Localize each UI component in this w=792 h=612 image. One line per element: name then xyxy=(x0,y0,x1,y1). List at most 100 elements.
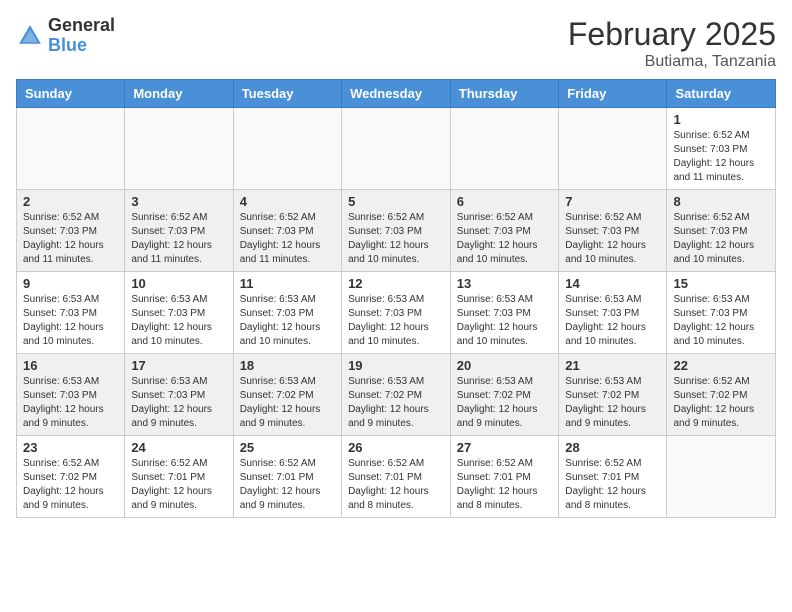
title-block: February 2025 Butiama, Tanzania xyxy=(568,16,776,71)
calendar-cell: 3 Sunrise: 6:52 AMSunset: 7:03 PMDaylight… xyxy=(125,190,233,272)
calendar-header-friday: Friday xyxy=(559,80,667,108)
day-number: 25 xyxy=(240,440,335,455)
calendar-header-thursday: Thursday xyxy=(450,80,559,108)
day-number: 2 xyxy=(23,194,118,209)
day-info: Sunrise: 6:53 AMSunset: 7:02 PMDaylight:… xyxy=(457,375,553,431)
calendar-header-wednesday: Wednesday xyxy=(342,80,451,108)
day-info: Sunrise: 6:53 AMSunset: 7:03 PMDaylight:… xyxy=(23,293,118,349)
calendar-cell xyxy=(17,108,125,190)
calendar-cell: 24 Sunrise: 6:52 AMSunset: 7:01 PMDayligh… xyxy=(125,436,233,518)
calendar-cell: 23 Sunrise: 6:52 AMSunset: 7:02 PMDayligh… xyxy=(17,436,125,518)
calendar-header-row: SundayMondayTuesdayWednesdayThursdayFrid… xyxy=(17,80,776,108)
calendar-cell xyxy=(233,108,341,190)
calendar-cell xyxy=(450,108,559,190)
day-info: Sunrise: 6:52 AMSunset: 7:01 PMDaylight:… xyxy=(131,457,226,513)
day-number: 19 xyxy=(348,358,444,373)
day-info: Sunrise: 6:53 AMSunset: 7:02 PMDaylight:… xyxy=(565,375,660,431)
logo-general-text: General xyxy=(48,16,115,36)
calendar-cell xyxy=(667,436,776,518)
logo-icon xyxy=(16,22,44,50)
calendar-cell: 17 Sunrise: 6:53 AMSunset: 7:03 PMDayligh… xyxy=(125,354,233,436)
day-info: Sunrise: 6:52 AMSunset: 7:01 PMDaylight:… xyxy=(565,457,660,513)
day-number: 22 xyxy=(673,358,769,373)
day-number: 5 xyxy=(348,194,444,209)
calendar-cell: 1 Sunrise: 6:52 AMSunset: 7:03 PMDaylight… xyxy=(667,108,776,190)
day-number: 24 xyxy=(131,440,226,455)
day-info: Sunrise: 6:52 AMSunset: 7:01 PMDaylight:… xyxy=(348,457,444,513)
calendar-header-saturday: Saturday xyxy=(667,80,776,108)
calendar-cell: 27Sunrise: 6:52 AMSunset: 7:01 PMDayligh… xyxy=(450,436,559,518)
day-number: 1 xyxy=(673,112,769,127)
calendar-header-monday: Monday xyxy=(125,80,233,108)
logo-text: General Blue xyxy=(48,16,115,56)
calendar-cell: 12 Sunrise: 6:53 AMSunset: 7:03 PMDayligh… xyxy=(342,272,451,354)
day-number: 26 xyxy=(348,440,444,455)
day-info: Sunrise: 6:53 AMSunset: 7:02 PMDaylight:… xyxy=(348,375,444,431)
calendar-cell: 2 Sunrise: 6:52 AMSunset: 7:03 PMDaylight… xyxy=(17,190,125,272)
calendar-week-4: 16 Sunrise: 6:53 AMSunset: 7:03 PMDayligh… xyxy=(17,354,776,436)
calendar-cell: 19 Sunrise: 6:53 AMSunset: 7:02 PMDayligh… xyxy=(342,354,451,436)
calendar-cell: 8 Sunrise: 6:52 AMSunset: 7:03 PMDaylight… xyxy=(667,190,776,272)
day-number: 21 xyxy=(565,358,660,373)
day-info: Sunrise: 6:52 AMSunset: 7:03 PMDaylight:… xyxy=(23,211,118,267)
calendar-cell: 15Sunrise: 6:53 AMSunset: 7:03 PMDayligh… xyxy=(667,272,776,354)
day-number: 14 xyxy=(565,276,660,291)
calendar-header-tuesday: Tuesday xyxy=(233,80,341,108)
day-number: 6 xyxy=(457,194,553,209)
day-number: 11 xyxy=(240,276,335,291)
calendar-cell: 10Sunrise: 6:53 AMSunset: 7:03 PMDayligh… xyxy=(125,272,233,354)
day-info: Sunrise: 6:53 AMSunset: 7:03 PMDaylight:… xyxy=(131,375,226,431)
location-title: Butiama, Tanzania xyxy=(568,53,776,71)
day-info: Sunrise: 6:52 AMSunset: 7:03 PMDaylight:… xyxy=(673,211,769,267)
day-info: Sunrise: 6:52 AMSunset: 7:02 PMDaylight:… xyxy=(23,457,118,513)
day-info: Sunrise: 6:53 AMSunset: 7:03 PMDaylight:… xyxy=(457,293,553,349)
calendar-cell: 20 Sunrise: 6:53 AMSunset: 7:02 PMDayligh… xyxy=(450,354,559,436)
calendar-cell: 22 Sunrise: 6:52 AMSunset: 7:02 PMDayligh… xyxy=(667,354,776,436)
logo: General Blue xyxy=(16,16,115,56)
day-info: Sunrise: 6:52 AMSunset: 7:03 PMDaylight:… xyxy=(131,211,226,267)
day-number: 20 xyxy=(457,358,553,373)
calendar-cell: 13Sunrise: 6:53 AMSunset: 7:03 PMDayligh… xyxy=(450,272,559,354)
day-number: 17 xyxy=(131,358,226,373)
calendar-cell: 26 Sunrise: 6:52 AMSunset: 7:01 PMDayligh… xyxy=(342,436,451,518)
day-number: 8 xyxy=(673,194,769,209)
calendar-cell: 11 Sunrise: 6:53 AMSunset: 7:03 PMDayligh… xyxy=(233,272,341,354)
calendar-cell: 16 Sunrise: 6:53 AMSunset: 7:03 PMDayligh… xyxy=(17,354,125,436)
day-number: 23 xyxy=(23,440,118,455)
calendar-cell xyxy=(125,108,233,190)
day-info: Sunrise: 6:53 AMSunset: 7:03 PMDaylight:… xyxy=(348,293,444,349)
day-info: Sunrise: 6:52 AMSunset: 7:03 PMDaylight:… xyxy=(348,211,444,267)
calendar-week-5: 23 Sunrise: 6:52 AMSunset: 7:02 PMDayligh… xyxy=(17,436,776,518)
calendar-cell xyxy=(342,108,451,190)
day-info: Sunrise: 6:52 AMSunset: 7:03 PMDaylight:… xyxy=(240,211,335,267)
day-info: Sunrise: 6:53 AMSunset: 7:03 PMDaylight:… xyxy=(131,293,226,349)
calendar-week-2: 2 Sunrise: 6:52 AMSunset: 7:03 PMDaylight… xyxy=(17,190,776,272)
calendar-cell: 7 Sunrise: 6:52 AMSunset: 7:03 PMDaylight… xyxy=(559,190,667,272)
day-number: 3 xyxy=(131,194,226,209)
day-number: 12 xyxy=(348,276,444,291)
calendar-cell: 9Sunrise: 6:53 AMSunset: 7:03 PMDaylight… xyxy=(17,272,125,354)
calendar-cell xyxy=(559,108,667,190)
calendar-cell: 28Sunrise: 6:52 AMSunset: 7:01 PMDayligh… xyxy=(559,436,667,518)
day-info: Sunrise: 6:52 AMSunset: 7:02 PMDaylight:… xyxy=(673,375,769,431)
day-info: Sunrise: 6:52 AMSunset: 7:03 PMDaylight:… xyxy=(565,211,660,267)
day-number: 16 xyxy=(23,358,118,373)
calendar-cell: 25 Sunrise: 6:52 AMSunset: 7:01 PMDayligh… xyxy=(233,436,341,518)
day-number: 7 xyxy=(565,194,660,209)
day-info: Sunrise: 6:53 AMSunset: 7:03 PMDaylight:… xyxy=(673,293,769,349)
logo-blue-text: Blue xyxy=(48,36,115,56)
calendar-cell: 14Sunrise: 6:53 AMSunset: 7:03 PMDayligh… xyxy=(559,272,667,354)
day-info: Sunrise: 6:53 AMSunset: 7:03 PMDaylight:… xyxy=(240,293,335,349)
day-info: Sunrise: 6:52 AMSunset: 7:01 PMDaylight:… xyxy=(240,457,335,513)
calendar-cell: 4 Sunrise: 6:52 AMSunset: 7:03 PMDaylight… xyxy=(233,190,341,272)
calendar-cell: 5 Sunrise: 6:52 AMSunset: 7:03 PMDaylight… xyxy=(342,190,451,272)
day-info: Sunrise: 6:52 AMSunset: 7:03 PMDaylight:… xyxy=(457,211,553,267)
calendar-cell: 18Sunrise: 6:53 AMSunset: 7:02 PMDayligh… xyxy=(233,354,341,436)
day-info: Sunrise: 6:52 AMSunset: 7:01 PMDaylight:… xyxy=(457,457,553,513)
calendar-week-3: 9Sunrise: 6:53 AMSunset: 7:03 PMDaylight… xyxy=(17,272,776,354)
day-number: 4 xyxy=(240,194,335,209)
calendar-header-sunday: Sunday xyxy=(17,80,125,108)
calendar-table: SundayMondayTuesdayWednesdayThursdayFrid… xyxy=(16,79,776,518)
day-info: Sunrise: 6:52 AMSunset: 7:03 PMDaylight:… xyxy=(673,129,769,185)
day-info: Sunrise: 6:53 AMSunset: 7:03 PMDaylight:… xyxy=(23,375,118,431)
